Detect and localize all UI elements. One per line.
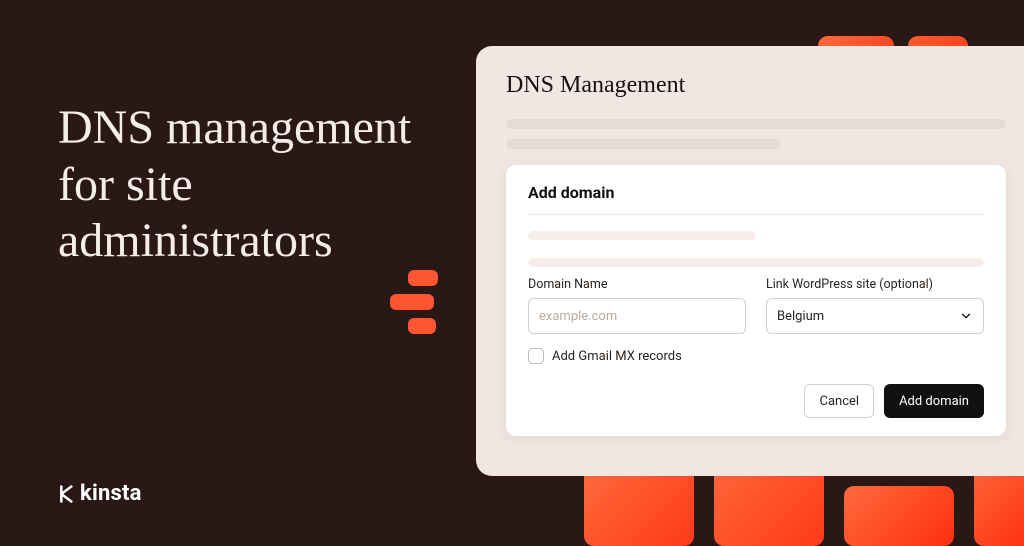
decorative-block (390, 294, 434, 310)
gmail-mx-checkbox-row: Add Gmail MX records (528, 348, 984, 364)
panel-title: DNS Management (506, 72, 1006, 99)
decorative-block (408, 270, 438, 286)
domain-name-field-group: Domain Name example.com (528, 277, 746, 334)
gmail-mx-checkbox[interactable] (528, 348, 544, 364)
card-title: Add domain (528, 183, 984, 215)
placeholder-line (528, 258, 984, 267)
placeholder-line (506, 139, 781, 149)
dns-management-panel: DNS Management Add domain Domain Name ex… (476, 46, 1024, 476)
button-row: Cancel Add domain (528, 384, 984, 418)
form-row: Domain Name example.com Link WordPress s… (528, 277, 984, 334)
chevron-down-icon (959, 309, 973, 323)
domain-name-input[interactable]: example.com (528, 298, 746, 334)
domain-name-placeholder: example.com (539, 309, 617, 324)
domain-name-label: Domain Name (528, 277, 746, 292)
placeholder-line (528, 231, 756, 240)
brand-name: kinsta (80, 481, 142, 506)
add-domain-card: Add domain Domain Name example.com Link … (506, 165, 1006, 436)
add-domain-button-label: Add domain (899, 394, 969, 409)
gmail-mx-label: Add Gmail MX records (552, 349, 682, 364)
add-domain-button[interactable]: Add domain (884, 384, 984, 418)
placeholder-line (506, 119, 1006, 129)
link-site-select[interactable]: Belgium (766, 298, 984, 334)
brand-logo-icon (58, 484, 78, 504)
hero-title: DNS management for site administrators (58, 100, 458, 270)
cancel-button[interactable]: Cancel (804, 384, 874, 418)
decorative-block (844, 486, 954, 546)
cancel-button-label: Cancel (819, 394, 859, 409)
decorative-block (408, 318, 436, 334)
link-site-field-group: Link WordPress site (optional) Belgium (766, 277, 984, 334)
brand-logo: kinsta (58, 481, 142, 506)
decorative-block (584, 466, 694, 546)
link-site-value: Belgium (777, 309, 824, 324)
link-site-label: Link WordPress site (optional) (766, 277, 984, 292)
